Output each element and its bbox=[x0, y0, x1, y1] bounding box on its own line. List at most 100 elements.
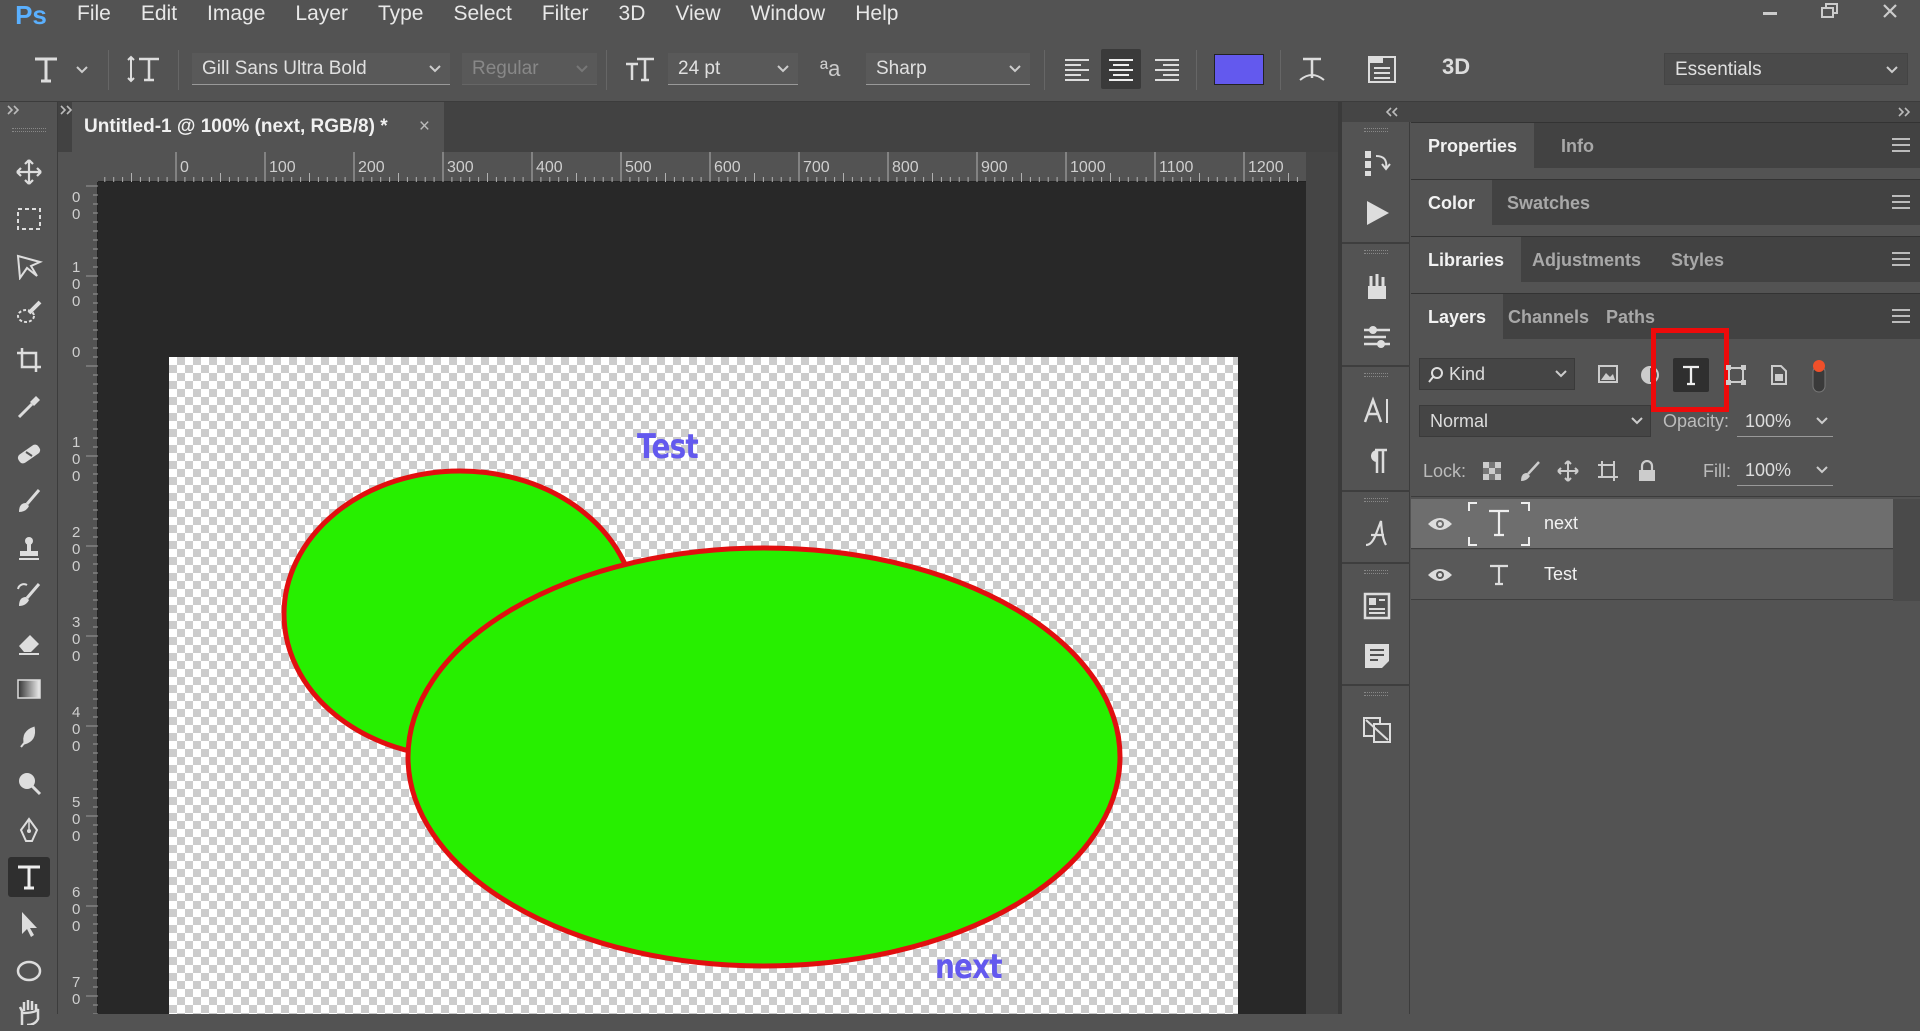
layer-name-test[interactable]: Test bbox=[1544, 564, 1577, 585]
lock-artboard-icon[interactable] bbox=[1597, 460, 1619, 482]
menu-image[interactable]: Image bbox=[192, 0, 280, 30]
blend-mode-select[interactable]: Normal bbox=[1419, 405, 1651, 437]
filter-shape-layers-icon[interactable] bbox=[1725, 364, 1747, 386]
tab-layers[interactable]: Layers bbox=[1411, 294, 1504, 340]
font-style-select[interactable]: Regular bbox=[462, 53, 597, 85]
history-panel-icon[interactable] bbox=[1356, 142, 1398, 184]
path-selection-tool-icon[interactable] bbox=[8, 904, 50, 944]
properties-panel-menu-icon[interactable] bbox=[1892, 138, 1910, 152]
visibility-eye-icon[interactable] bbox=[1427, 515, 1453, 533]
tab-info[interactable]: Info bbox=[1544, 123, 1611, 169]
toggle-text-orientation-icon[interactable] bbox=[124, 49, 164, 89]
filter-toggle-switch[interactable] bbox=[1809, 358, 1829, 394]
tab-adjustments[interactable]: Adjustments bbox=[1515, 237, 1658, 283]
brush-presets-panel-icon[interactable] bbox=[1356, 266, 1398, 308]
horizontal-ruler[interactable]: 0 100 200 300 400 500 600 700 800 900 1000 1100 1200 bbox=[98, 152, 1306, 182]
layers-panel-menu-icon[interactable] bbox=[1892, 309, 1910, 323]
text-layer-test[interactable]: Test bbox=[637, 427, 699, 467]
history-brush-tool-icon[interactable] bbox=[8, 575, 50, 615]
text-layer-next[interactable]: next bbox=[935, 947, 1003, 987]
clone-source-panel-icon[interactable] bbox=[1356, 316, 1398, 358]
lock-image-pixels-icon[interactable] bbox=[1519, 460, 1541, 482]
eyedropper-tool-icon[interactable] bbox=[8, 387, 50, 427]
fill-input[interactable]: 100% bbox=[1737, 454, 1833, 486]
menu-window[interactable]: Window bbox=[736, 0, 841, 30]
lock-transparent-pixels-icon[interactable] bbox=[1481, 460, 1503, 482]
character-paragraph-panel-icon[interactable] bbox=[1362, 49, 1402, 89]
notes-panel-icon[interactable] bbox=[1356, 635, 1398, 677]
font-size-select[interactable]: 24 pt bbox=[668, 53, 798, 85]
close-document-icon[interactable]: × bbox=[419, 102, 430, 152]
expand-tools-icon[interactable] bbox=[6, 102, 22, 118]
canvas[interactable]: Test next bbox=[169, 357, 1238, 1014]
menu-file[interactable]: File bbox=[62, 0, 126, 30]
ellipse-tool-icon[interactable] bbox=[8, 951, 50, 991]
minimize-icon[interactable] bbox=[1740, 0, 1800, 22]
preset-chevron-down-icon[interactable] bbox=[76, 65, 88, 75]
restore-icon[interactable] bbox=[1800, 0, 1860, 22]
tab-properties[interactable]: Properties bbox=[1411, 123, 1535, 169]
tab-swatches[interactable]: Swatches bbox=[1490, 180, 1607, 226]
opacity-chevron-icon[interactable] bbox=[1815, 405, 1829, 437]
collapse-panels-icon[interactable] bbox=[1896, 104, 1912, 120]
type-tool-icon[interactable] bbox=[8, 857, 50, 897]
collapse-icons-icon[interactable] bbox=[1384, 104, 1400, 120]
actions-panel-icon[interactable] bbox=[1356, 192, 1398, 234]
ruler-origin[interactable] bbox=[68, 152, 98, 182]
vertical-scrollbar[interactable] bbox=[1306, 152, 1338, 1014]
menu-3d[interactable]: 3D bbox=[604, 0, 661, 30]
lasso-tool-icon[interactable] bbox=[8, 246, 50, 286]
filter-pixel-layers-icon[interactable] bbox=[1597, 364, 1619, 384]
layer-filter-kind-select[interactable]: Kind bbox=[1419, 358, 1575, 390]
large-ellipse-shape[interactable] bbox=[405, 545, 1123, 969]
font-family-select[interactable]: Gill Sans Ultra Bold bbox=[192, 53, 450, 85]
crop-tool-icon[interactable] bbox=[8, 340, 50, 380]
libraries-panel-menu-icon[interactable] bbox=[1892, 252, 1910, 266]
pen-tool-icon[interactable] bbox=[8, 810, 50, 850]
layer-name-next[interactable]: next bbox=[1544, 513, 1578, 534]
brush-tool-icon[interactable] bbox=[8, 481, 50, 521]
workspace-select[interactable]: Essentials bbox=[1664, 53, 1908, 85]
menu-edit[interactable]: Edit bbox=[126, 0, 192, 30]
move-tool-icon[interactable] bbox=[8, 152, 50, 192]
character-panel-icon[interactable] bbox=[1356, 390, 1398, 432]
layers-scrollbar[interactable] bbox=[1893, 499, 1920, 601]
vertical-ruler[interactable]: 00100010020030040050060070 bbox=[68, 182, 98, 1014]
align-right-icon[interactable] bbox=[1147, 49, 1187, 89]
warp-text-icon[interactable] bbox=[1292, 49, 1332, 89]
quick-selection-tool-icon[interactable] bbox=[8, 293, 50, 333]
healing-brush-tool-icon[interactable] bbox=[8, 434, 50, 474]
menu-type[interactable]: Type bbox=[363, 0, 439, 30]
tab-libraries[interactable]: Libraries bbox=[1411, 237, 1522, 283]
tab-styles[interactable]: Styles bbox=[1654, 237, 1741, 283]
menu-view[interactable]: View bbox=[660, 0, 735, 30]
menu-filter[interactable]: Filter bbox=[527, 0, 604, 30]
clone-stamp-tool-icon[interactable] bbox=[8, 528, 50, 568]
gradient-tool-icon[interactable] bbox=[8, 669, 50, 709]
document-tab[interactable]: Untitled-1 @ 100% (next, RGB/8) * × bbox=[72, 102, 444, 152]
hand-tool-icon[interactable] bbox=[8, 991, 50, 1031]
menu-help[interactable]: Help bbox=[840, 0, 913, 30]
fill-chevron-icon[interactable] bbox=[1815, 454, 1829, 486]
layer-row-next[interactable]: next bbox=[1411, 499, 1893, 549]
paragraph-panel-icon[interactable] bbox=[1356, 440, 1398, 482]
visibility-eye-icon[interactable] bbox=[1427, 566, 1453, 584]
antialias-select[interactable]: Sharp bbox=[866, 53, 1030, 85]
align-center-icon[interactable] bbox=[1101, 49, 1141, 89]
3d-button[interactable]: 3D bbox=[1442, 54, 1470, 80]
align-left-icon[interactable] bbox=[1057, 49, 1097, 89]
color-panel-menu-icon[interactable] bbox=[1892, 195, 1910, 209]
lock-all-icon[interactable] bbox=[1637, 460, 1657, 482]
properties-panel-icon[interactable] bbox=[1356, 585, 1398, 627]
glyphs-panel-icon[interactable] bbox=[1356, 512, 1398, 554]
close-icon[interactable] bbox=[1860, 0, 1920, 22]
menu-select[interactable]: Select bbox=[438, 0, 526, 30]
menu-layer[interactable]: Layer bbox=[280, 0, 363, 30]
text-color-swatch[interactable] bbox=[1214, 54, 1264, 85]
opacity-input[interactable]: 100% bbox=[1737, 405, 1833, 437]
type-tool-preset-icon[interactable] bbox=[26, 49, 66, 89]
tab-color[interactable]: Color bbox=[1411, 180, 1492, 226]
filter-smart-objects-icon[interactable] bbox=[1767, 364, 1789, 386]
timeline-panel-icon[interactable] bbox=[1356, 708, 1398, 750]
marquee-tool-icon[interactable] bbox=[8, 199, 50, 239]
